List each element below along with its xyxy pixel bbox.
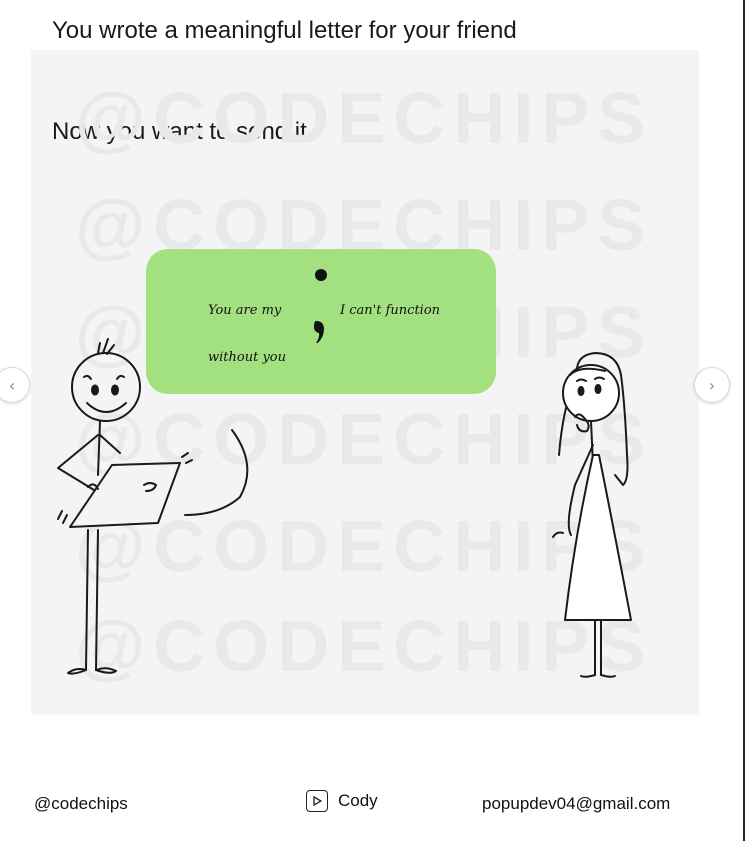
watermark: @CODECHIPS [75,79,654,159]
carousel-next-button[interactable]: › [694,367,730,403]
carousel-slide: You wrote a meaningful letter for your f… [0,0,741,766]
slide-title: You wrote a meaningful letter for your f… [52,17,517,44]
handle-text: @codechips [34,794,128,813]
play-icon [306,790,328,812]
author-name: Cody [338,791,378,810]
email-text: popupdev04@gmail.com [482,794,671,813]
slide-footer: @codechips Cody popupdev04@gmail.com [0,766,743,841]
girl-figure [552,352,632,678]
chevron-left-icon: ‹ [8,375,16,395]
boy-figure [57,338,249,675]
chevron-right-icon: › [708,375,716,395]
divider [743,0,745,841]
bubble-text-left: You are my [208,303,282,318]
author-label: Cody [306,790,378,812]
bubble-text-right: I can't function [340,303,441,318]
semicolon-icon [314,269,327,343]
